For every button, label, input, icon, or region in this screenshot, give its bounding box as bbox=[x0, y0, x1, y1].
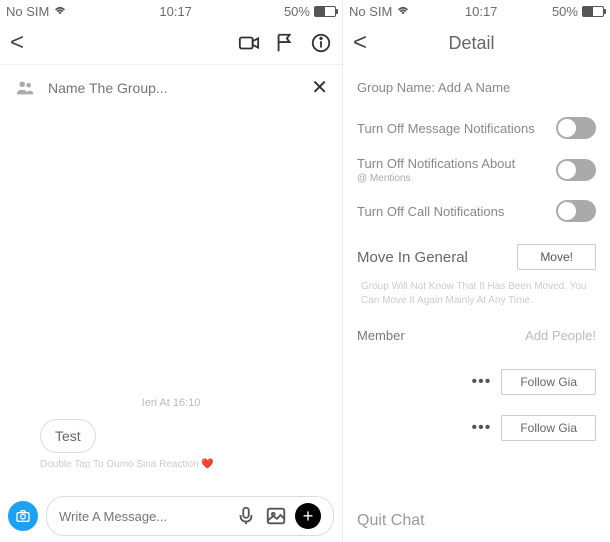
clock-text: 10:17 bbox=[159, 4, 192, 19]
move-label: Move In General bbox=[357, 249, 468, 266]
image-icon[interactable] bbox=[265, 505, 287, 527]
quit-chat-button[interactable]: Quit Chat bbox=[343, 500, 610, 542]
message-input[interactable] bbox=[59, 509, 235, 524]
people-icon bbox=[14, 77, 36, 99]
group-name-input[interactable] bbox=[48, 80, 311, 96]
message-timestamp: Ieri At 16:10 bbox=[10, 397, 332, 409]
nav-bar: < Detail bbox=[343, 22, 610, 64]
move-button[interactable]: Move! bbox=[517, 244, 596, 270]
battery-icon bbox=[582, 6, 604, 17]
toggle-msg-notifications[interactable] bbox=[556, 117, 596, 139]
plus-button[interactable]: + bbox=[295, 503, 321, 529]
chat-area: Ieri At 16:10 Test Double Tap To Oumo Si… bbox=[0, 110, 342, 490]
battery-text: 50% bbox=[552, 4, 578, 19]
close-icon[interactable]: ✕ bbox=[311, 75, 328, 100]
nav-bar: < bbox=[0, 22, 342, 64]
battery-icon bbox=[314, 6, 336, 17]
member-label: Member bbox=[357, 328, 405, 343]
camera-icon bbox=[15, 508, 31, 524]
toggle-mention-notifications[interactable] bbox=[556, 159, 596, 181]
status-bar: No SIM 10:17 50% bbox=[343, 0, 610, 22]
toggle-call-notifications[interactable] bbox=[556, 200, 596, 222]
group-name-row: ✕ bbox=[0, 64, 342, 110]
toggle-call-label: Turn Off Call Notifications bbox=[357, 204, 504, 219]
back-button[interactable]: < bbox=[353, 29, 367, 57]
follow-button[interactable]: Follow Gia bbox=[501, 369, 596, 395]
message-bubble[interactable]: Test bbox=[40, 419, 96, 453]
group-name-label[interactable]: Group Name: Add A Name bbox=[355, 72, 598, 109]
flag-icon[interactable] bbox=[274, 32, 296, 54]
video-icon[interactable] bbox=[238, 32, 260, 54]
carrier-text: No SIM bbox=[6, 4, 49, 19]
move-note: Group Will Not Know That It Has Been Mov… bbox=[355, 276, 598, 320]
clock-text: 10:17 bbox=[465, 4, 498, 19]
compose-row: + bbox=[0, 490, 342, 542]
toggle-msg-label: Turn Off Message Notifications bbox=[357, 121, 535, 136]
toggle-mentions-sublabel: @ Mentions bbox=[357, 173, 515, 184]
camera-button[interactable] bbox=[8, 501, 38, 531]
more-icon[interactable]: ••• bbox=[472, 419, 492, 437]
reaction-hint: Double Tap To Oumo Sina Reaction ❤️ bbox=[40, 459, 332, 470]
add-people-button[interactable]: Add People! bbox=[525, 328, 596, 343]
more-icon[interactable]: ••• bbox=[472, 373, 492, 391]
back-button[interactable]: < bbox=[10, 29, 24, 57]
page-title: Detail bbox=[367, 33, 576, 54]
info-icon[interactable] bbox=[310, 32, 332, 54]
follow-button[interactable]: Follow Gia bbox=[501, 415, 596, 441]
toggle-mentions-label: Turn Off Notifications About bbox=[357, 156, 515, 171]
wifi-icon bbox=[53, 6, 67, 16]
wifi-icon bbox=[396, 6, 410, 16]
mic-icon[interactable] bbox=[235, 505, 257, 527]
battery-text: 50% bbox=[284, 4, 310, 19]
carrier-text: No SIM bbox=[349, 4, 392, 19]
status-bar: No SIM 10:17 50% bbox=[0, 0, 342, 22]
